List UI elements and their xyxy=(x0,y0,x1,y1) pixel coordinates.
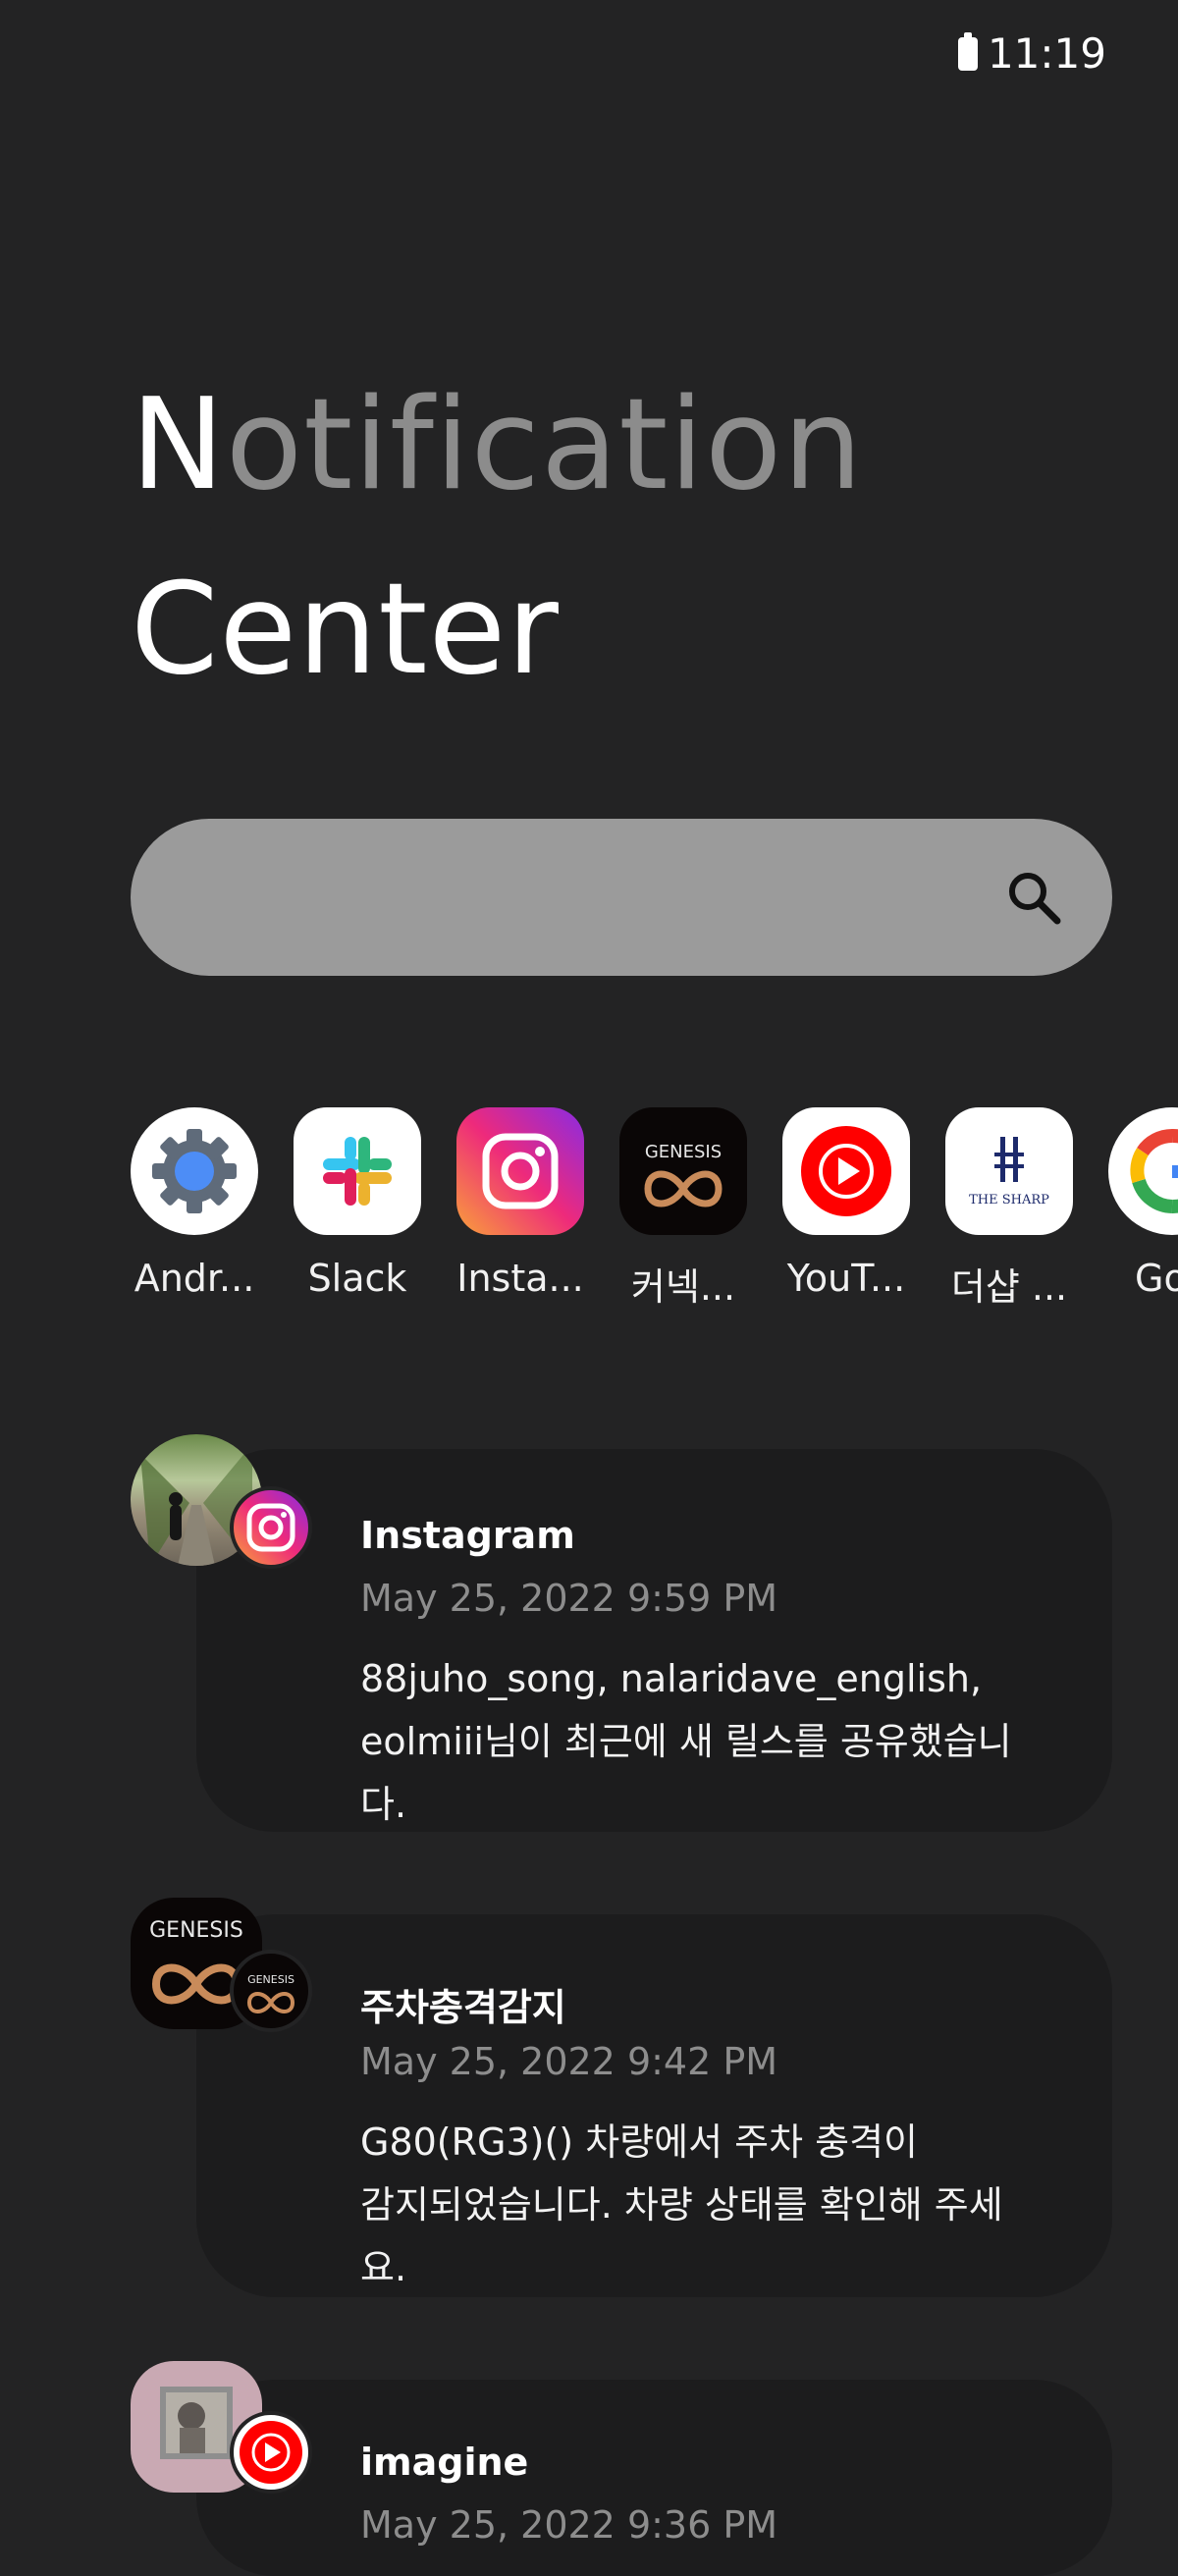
search-icon[interactable] xyxy=(1004,868,1063,927)
title-first-letter: N xyxy=(131,372,226,518)
page-title: Notification Center xyxy=(131,353,863,723)
status-time: 11:19 xyxy=(987,29,1106,78)
genesis-connect-icon: GENESIS xyxy=(619,1107,747,1235)
svg-text:GENESIS: GENESIS xyxy=(645,1142,722,1162)
app-filter-label: Andr... xyxy=(134,1257,255,1300)
notification-body-line: 감지되었습니다. 차량 상태를 확인해 주세요. xyxy=(360,2183,1003,2289)
notification-body-line: 88juho_song, nalaridave_english, xyxy=(360,1657,983,1700)
svg-text:GENESIS: GENESIS xyxy=(247,1973,294,1986)
svg-text:GENESIS: GENESIS xyxy=(149,1918,243,1943)
app-filter-genesis[interactable]: GENESIS 커넥... xyxy=(619,1107,747,1311)
youtube-music-icon xyxy=(782,1107,910,1235)
app-filter-google[interactable]: Goo xyxy=(1108,1107,1178,1311)
instagram-icon xyxy=(456,1107,584,1235)
notification-body: G80(RG3)() 차량에서 주차 충격이 감지되었습니다. 차량 상태를 확… xyxy=(360,2111,1047,2299)
title-line2: Center xyxy=(131,557,560,703)
notification-app-name: Instagram xyxy=(360,1514,575,1557)
app-filter-youtube-music[interactable]: YouT... xyxy=(782,1107,910,1311)
genesis-badge-icon: GENESIS xyxy=(230,1950,312,2032)
notification-time: May 25, 2022 9:59 PM xyxy=(360,1577,778,1620)
notification-time: May 25, 2022 9:42 PM xyxy=(360,2040,778,2083)
instagram-badge-icon xyxy=(230,1486,312,1569)
google-icon xyxy=(1108,1107,1178,1235)
app-filter-label: YouT... xyxy=(786,1257,906,1300)
app-filter-row: Andr... Slack Insta... GENESIS 커넥... You… xyxy=(131,1107,1178,1311)
app-filter-label: 더샵 ... xyxy=(950,1265,1068,1309)
app-filter-label: 커넥... xyxy=(630,1265,736,1309)
notification-card-youtube-music[interactable] xyxy=(196,2380,1112,2576)
notification-body-line: G80(RG3)() 차량에서 주차 충격이 xyxy=(360,2120,919,2164)
youtube-music-badge-icon xyxy=(230,2411,312,2494)
notification-app-name: 주차충격감지 xyxy=(360,1986,566,2029)
app-filter-android[interactable]: Andr... xyxy=(131,1107,258,1311)
notification-body: 88juho_song, nalaridave_english, eolmiii… xyxy=(360,1647,1047,1836)
svg-text:THE SHARP: THE SHARP xyxy=(969,1193,1049,1208)
the-sharp-icon: THE SHARP xyxy=(945,1107,1073,1235)
slack-icon xyxy=(294,1107,421,1235)
title-rest: otification xyxy=(225,372,864,518)
app-filter-instagram[interactable]: Insta... xyxy=(456,1107,584,1311)
notification-body-line: eolmiii님이 최근에 새 릴스를 공유했습니다. xyxy=(360,1720,1012,1826)
notification-app-name: imagine xyxy=(360,2441,529,2484)
app-filter-slack[interactable]: Slack xyxy=(294,1107,421,1311)
app-filter-label: Slack xyxy=(307,1257,407,1300)
battery-icon xyxy=(957,31,978,71)
notification-time: May 25, 2022 9:36 PM xyxy=(360,2503,778,2547)
app-filter-label: Goo xyxy=(1135,1257,1178,1300)
app-filter-the-sharp[interactable]: THE SHARP 더샵 ... xyxy=(945,1107,1073,1311)
android-settings-icon xyxy=(131,1107,258,1235)
status-bar: 11:19 xyxy=(957,29,1106,78)
app-filter-label: Insta... xyxy=(456,1257,584,1300)
search-bar[interactable] xyxy=(131,819,1112,976)
